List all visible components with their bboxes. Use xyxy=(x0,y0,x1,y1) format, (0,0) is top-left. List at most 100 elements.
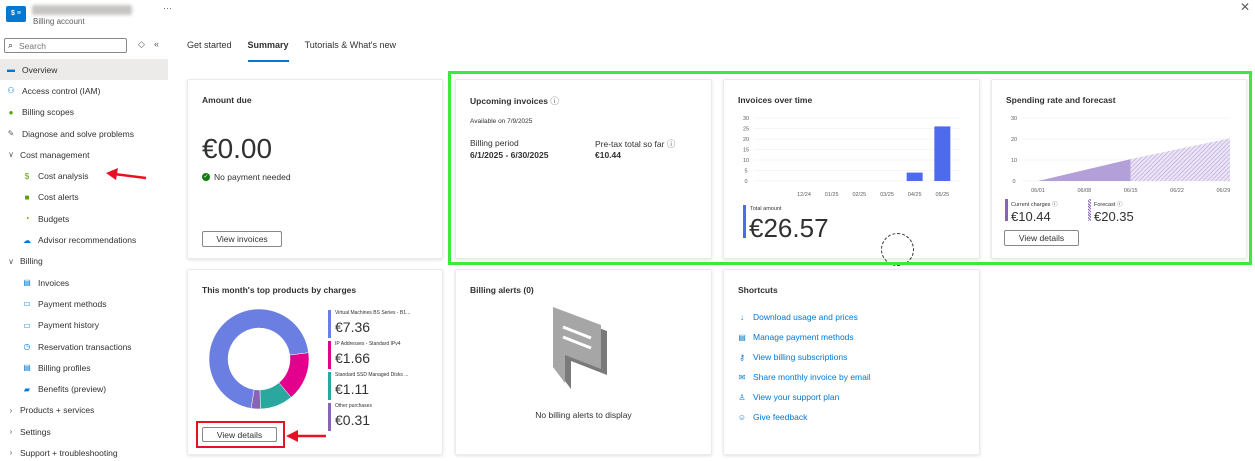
red-arrow-annotation xyxy=(286,430,326,442)
feedback-icon: ☺ xyxy=(737,412,747,422)
sidebar-item-payment-methods[interactable]: ▭ Payment methods xyxy=(0,293,168,314)
brand-subtitle: Billing account xyxy=(33,17,85,26)
mail-icon: ✉ xyxy=(738,372,746,382)
download-icon: ↓ xyxy=(740,312,744,322)
sidebar-item-cost-management[interactable]: ∨ Cost management xyxy=(0,144,168,165)
product-name: Standard SSD Managed Disks ... xyxy=(335,372,409,378)
invoice-icon: ▤ xyxy=(23,278,31,288)
billing-alerts-card: Billing alerts (0) No billing alerts to … xyxy=(455,269,712,455)
search-box[interactable]: ⌕ xyxy=(4,38,127,53)
payment-status-text: No payment needed xyxy=(214,172,291,182)
overview-icon: ▬ xyxy=(7,65,15,75)
search-input[interactable] xyxy=(19,40,124,51)
advisor-icon: ☁ xyxy=(23,235,31,245)
sidebar-item-label: Cost alerts xyxy=(38,192,79,203)
sidebar-item-label: Overview xyxy=(22,64,58,75)
legend-color-bar xyxy=(328,372,331,400)
more-options-button[interactable]: ··· xyxy=(163,3,172,13)
products-donut-chart xyxy=(208,308,310,410)
sidebar-item-label: Reservation transactions xyxy=(38,341,132,352)
sidebar-item-payment-history[interactable]: ▭ Payment history xyxy=(0,315,168,336)
product-name: IP Addresses - Standard IPv4 xyxy=(335,341,401,347)
shortcut-label: View billing subscriptions xyxy=(753,352,848,362)
product-charge-value: €0.31 xyxy=(335,412,371,428)
sidebar-item-invoices[interactable]: ▤ Invoices xyxy=(0,272,168,293)
product-charge-value: €7.36 xyxy=(335,319,371,335)
sidebar-item-overview[interactable]: ▬ Overview xyxy=(0,59,168,81)
shortcut-label: Download usage and prices xyxy=(753,312,858,322)
billing-logo-icon: $ ≡ xyxy=(6,6,26,22)
payment-status: ✓ No payment needed xyxy=(202,172,291,182)
sidebar-item-label: Diagnose and solve problems xyxy=(22,128,134,139)
chevron-right-icon: › xyxy=(9,448,13,458)
sidebar-item-label: Billing xyxy=(20,256,43,267)
key-icon: ⚷ xyxy=(739,352,745,362)
product-charge-value: €1.66 xyxy=(335,350,371,366)
shortcut-download-usage-and-prices[interactable]: ↓ Download usage and prices xyxy=(737,312,858,322)
view-invoices-button[interactable]: View invoices xyxy=(202,231,282,247)
chat-bubble-icon xyxy=(553,307,607,389)
sidebar: $ ≡ Billing account ··· ⌕ ◇ « ▬ Overview ⚇… xyxy=(0,0,172,461)
chevron-down-icon: ∨ xyxy=(8,256,14,266)
toggle-icon[interactable]: ◇ xyxy=(138,39,145,50)
sidebar-item-label: Settings xyxy=(20,426,51,437)
shortcut-label: Manage payment methods xyxy=(753,332,854,342)
search-icon: ⌕ xyxy=(8,40,14,50)
amount-due-card: Amount due €0.00 ✓ No payment needed Vie… xyxy=(187,79,443,259)
legend-color-bar xyxy=(328,403,331,431)
tab-summary[interactable]: Summary xyxy=(247,40,289,62)
wrench-icon: ✎ xyxy=(7,129,15,139)
sidebar-item-label: Budgets xyxy=(38,213,70,224)
sidebar-item-label: Support + troubleshooting xyxy=(20,447,118,458)
sidebar-item-advisor-recommendations[interactable]: ☁ Advisor recommendations xyxy=(0,229,168,250)
tab-tutorials[interactable]: Tutorials & What's new xyxy=(305,40,396,60)
check-circle-icon: ✓ xyxy=(202,173,210,181)
chevron-right-icon: › xyxy=(9,427,13,437)
sidebar-item-cost-alerts[interactable]: ■ Cost alerts xyxy=(0,187,168,208)
shortcut-give-feedback[interactable]: ☺ Give feedback xyxy=(737,412,807,422)
sidebar-item-reservation-transactions[interactable]: ◷ Reservation transactions xyxy=(0,336,168,357)
sidebar-nav: ▬ Overview ⚇ Access control (IAM) ● Billing s… xyxy=(0,59,168,461)
sidebar-item-label: Invoices xyxy=(38,277,70,288)
close-icon[interactable]: ✕ xyxy=(1240,0,1250,14)
shortcut-label: Share monthly invoice by email xyxy=(753,372,871,382)
sidebar-item-access-control-iam[interactable]: ⚇ Access control (IAM) xyxy=(0,80,168,101)
sidebar-item-label: Cost analysis xyxy=(38,171,89,182)
chevron-right-icon: › xyxy=(9,405,13,415)
alert-icon: ■ xyxy=(24,192,30,202)
sidebar-item-settings[interactable]: › Settings xyxy=(0,421,168,442)
product-name: Virtual Machines BS Series - B1... xyxy=(335,310,411,316)
sidebar-item-label: Billing scopes xyxy=(22,107,74,118)
sidebar-item-billing[interactable]: ∨ Billing xyxy=(0,251,168,272)
benefits-icon: ▰ xyxy=(23,384,31,394)
shortcut-label: Give feedback xyxy=(753,412,808,422)
empty-alerts-message: No billing alerts to display xyxy=(535,410,632,420)
shortcut-share-monthly-invoice-by-email[interactable]: ✉ Share monthly invoice by email xyxy=(737,372,871,382)
sidebar-item-billing-scopes[interactable]: ● Billing scopes xyxy=(0,102,168,123)
card-title: Amount due xyxy=(202,95,252,105)
sidebar-item-billing-profiles[interactable]: ▤ Billing profiles xyxy=(0,357,168,378)
sidebar-item-label: Products + services xyxy=(20,405,95,416)
sidebar-item-label: Advisor recommendations xyxy=(38,235,137,246)
card-title: This month's top products by charges xyxy=(202,285,357,295)
shortcut-view-billing-subscriptions[interactable]: ⚷ View billing subscriptions xyxy=(737,352,847,362)
shortcut-view-your-support-plan[interactable]: ♙ View your support plan xyxy=(737,392,839,402)
card-title: Shortcuts xyxy=(738,285,778,295)
legend-color-bar xyxy=(328,310,331,338)
budget-icon: ◔ xyxy=(24,214,30,224)
chevron-down-icon: ∨ xyxy=(8,150,14,160)
account-name-redacted xyxy=(32,5,132,15)
sidebar-item-benefits-preview[interactable]: ▰ Benefits (preview) xyxy=(0,378,168,399)
sidebar-item-products-services[interactable]: › Products + services xyxy=(0,400,168,421)
person-icon: ♙ xyxy=(738,392,746,402)
shortcut-manage-payment-methods[interactable]: ▤ Manage payment methods xyxy=(737,332,854,342)
red-arrow-annotation xyxy=(106,168,147,180)
sidebar-item-label: Access control (IAM) xyxy=(22,85,101,96)
collapse-sidebar-button[interactable]: « xyxy=(154,39,159,49)
sidebar-item-diagnose-and-solve-problems[interactable]: ✎ Diagnose and solve problems xyxy=(0,123,168,144)
sidebar-item-support-troubleshooting[interactable]: › Support + troubleshooting xyxy=(0,442,168,461)
profile-icon: ▤ xyxy=(23,363,31,373)
tab-get-started[interactable]: Get started xyxy=(187,40,232,60)
clock-icon: ◷ xyxy=(23,342,31,351)
sidebar-item-budgets[interactable]: ◔ Budgets xyxy=(0,208,168,229)
